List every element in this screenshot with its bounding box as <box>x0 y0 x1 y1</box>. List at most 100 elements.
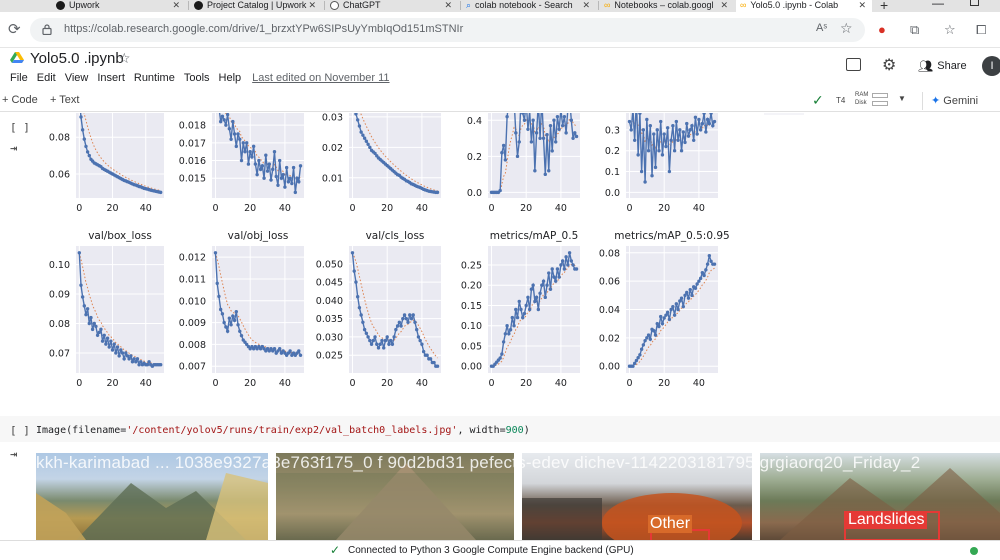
data-point <box>574 267 579 271</box>
x-tick-label: 40 <box>279 378 291 389</box>
code-string-path: '/content/yolov5/runs/train/exp2/val_bat… <box>126 425 458 436</box>
favorite-star-icon[interactable]: ☆ <box>840 20 853 37</box>
minimize-window-icon[interactable]: — <box>932 0 944 10</box>
close-icon[interactable]: ✕ <box>444 0 452 11</box>
data-point <box>709 259 713 264</box>
chevron-down-icon[interactable]: ▼ <box>898 94 906 103</box>
tab-project-catalog[interactable]: Project Catalog | Upwork ✕ <box>190 0 322 12</box>
data-point <box>105 336 110 340</box>
data-point <box>291 165 296 170</box>
runtime-status-dot[interactable] <box>970 547 978 555</box>
new-tab-button[interactable]: + <box>880 0 888 12</box>
disk-meter[interactable] <box>872 101 888 106</box>
close-icon[interactable]: ✕ <box>308 0 316 11</box>
notebook-toolbar: + Code + Text ✓ T4 RAM Disk ▼ ✦ Gemini <box>0 90 1000 112</box>
data-point <box>262 176 266 180</box>
star-icon[interactable]: ☆ <box>118 50 131 67</box>
data-point <box>571 263 575 267</box>
add-text-cell-button[interactable]: + Text <box>50 94 79 106</box>
data-point <box>574 134 579 139</box>
collections-icon[interactable]: ⧠ <box>976 22 986 38</box>
data-point <box>99 327 103 332</box>
data-point <box>552 275 556 279</box>
data-point <box>704 268 708 272</box>
plot-area <box>212 246 304 373</box>
close-icon[interactable]: ✕ <box>172 0 180 11</box>
data-point <box>297 180 301 184</box>
data-point <box>683 140 687 145</box>
data-point <box>519 307 523 312</box>
data-point <box>541 279 546 283</box>
data-point <box>636 153 640 157</box>
refresh-icon[interactable]: ⟳ <box>8 20 21 38</box>
ram-meter[interactable] <box>872 93 888 98</box>
data-point <box>639 169 644 174</box>
close-icon[interactable]: ✕ <box>858 0 866 11</box>
close-icon[interactable]: ✕ <box>582 0 590 11</box>
data-point <box>357 124 362 128</box>
comment-icon[interactable] <box>846 58 861 71</box>
data-point <box>534 295 539 300</box>
data-point <box>246 162 251 166</box>
data-point <box>298 353 303 357</box>
menu-help[interactable]: Help <box>219 72 242 84</box>
data-point <box>632 361 637 366</box>
url-field[interactable]: https://colab.research.google.com/drive/… <box>30 18 865 42</box>
tab-notebooks[interactable]: ∞ Notebooks – colab.googl ✕ <box>600 0 734 12</box>
tab-yolo-colab[interactable]: ∞ Yolo5.0 .ipynb - Colab ✕ <box>736 0 872 12</box>
user-avatar[interactable]: I <box>982 56 1000 76</box>
share-button[interactable]: 👥︎ Share <box>918 59 967 73</box>
data-point <box>277 347 282 351</box>
tab-chatgpt[interactable]: ChatGPT ✕ <box>326 0 458 12</box>
y-tick-label: 0.045 <box>316 278 343 289</box>
data-point <box>89 315 93 320</box>
data-point <box>277 158 282 163</box>
tab-upwork[interactable]: Upwork ✕ <box>52 0 186 12</box>
menu-insert[interactable]: Insert <box>97 72 125 84</box>
menu-view[interactable]: View <box>65 72 89 84</box>
data-point <box>411 313 415 317</box>
notebook-title[interactable]: Yolo5.0 .ipynb <box>30 50 124 67</box>
data-point <box>501 143 506 148</box>
read-aloud-icon[interactable]: Aˢ <box>816 22 827 34</box>
data-point <box>564 131 568 135</box>
data-point <box>95 333 100 337</box>
data-point <box>531 118 535 122</box>
chart-title: val/cls_loss <box>366 230 425 242</box>
favorites-icon[interactable]: ☆ <box>944 22 956 38</box>
menu-file[interactable]: File <box>10 72 28 84</box>
data-point <box>232 132 237 136</box>
tab-search[interactable]: ⌕ colab notebook - Search ✕ <box>462 0 596 12</box>
google-drive-icon[interactable] <box>10 52 24 64</box>
data-point <box>526 295 530 300</box>
data-point <box>538 136 542 140</box>
settings-gear-icon[interactable]: ⚙ <box>882 55 896 75</box>
menu-edit[interactable]: Edit <box>37 72 56 84</box>
data-point <box>435 190 440 195</box>
gemini-button[interactable]: ✦ Gemini <box>922 92 986 110</box>
code-cell[interactable]: [ ] Image(filename='/content/yolov5/runs… <box>0 416 1000 442</box>
x-tick-label: 0 <box>349 203 355 214</box>
add-code-cell-button[interactable]: + Code <box>2 94 38 106</box>
last-edited-link[interactable]: Last edited on November 11 <box>252 72 389 84</box>
menu-runtime[interactable]: Runtime <box>134 72 175 84</box>
extension-icon[interactable]: ● <box>878 22 886 37</box>
run-cell-button[interactable]: [ ] <box>10 424 30 437</box>
data-point <box>352 269 356 273</box>
puzzle-icon[interactable]: ⧉ <box>910 22 919 38</box>
output-toggle-icon[interactable]: ⇥ <box>10 447 17 461</box>
data-point <box>375 342 379 346</box>
site-info-icon[interactable] <box>42 24 52 35</box>
close-icon[interactable]: ✕ <box>720 0 728 11</box>
data-point <box>114 351 118 355</box>
data-point <box>643 338 647 343</box>
x-tick-label: 0 <box>626 203 632 214</box>
data-point <box>418 338 422 343</box>
x-tick-label: 20 <box>244 203 256 214</box>
data-point <box>227 126 232 131</box>
browser-tab-strip: Upwork ✕ Project Catalog | Upwork ✕ Chat… <box>0 0 1000 12</box>
code-editor-line[interactable]: Image(filename='/content/yolov5/runs/tra… <box>36 425 530 436</box>
maximize-window-icon[interactable] <box>970 0 979 6</box>
runtime-type-label[interactable]: T4 <box>836 96 845 105</box>
menu-tools[interactable]: Tools <box>184 72 210 84</box>
